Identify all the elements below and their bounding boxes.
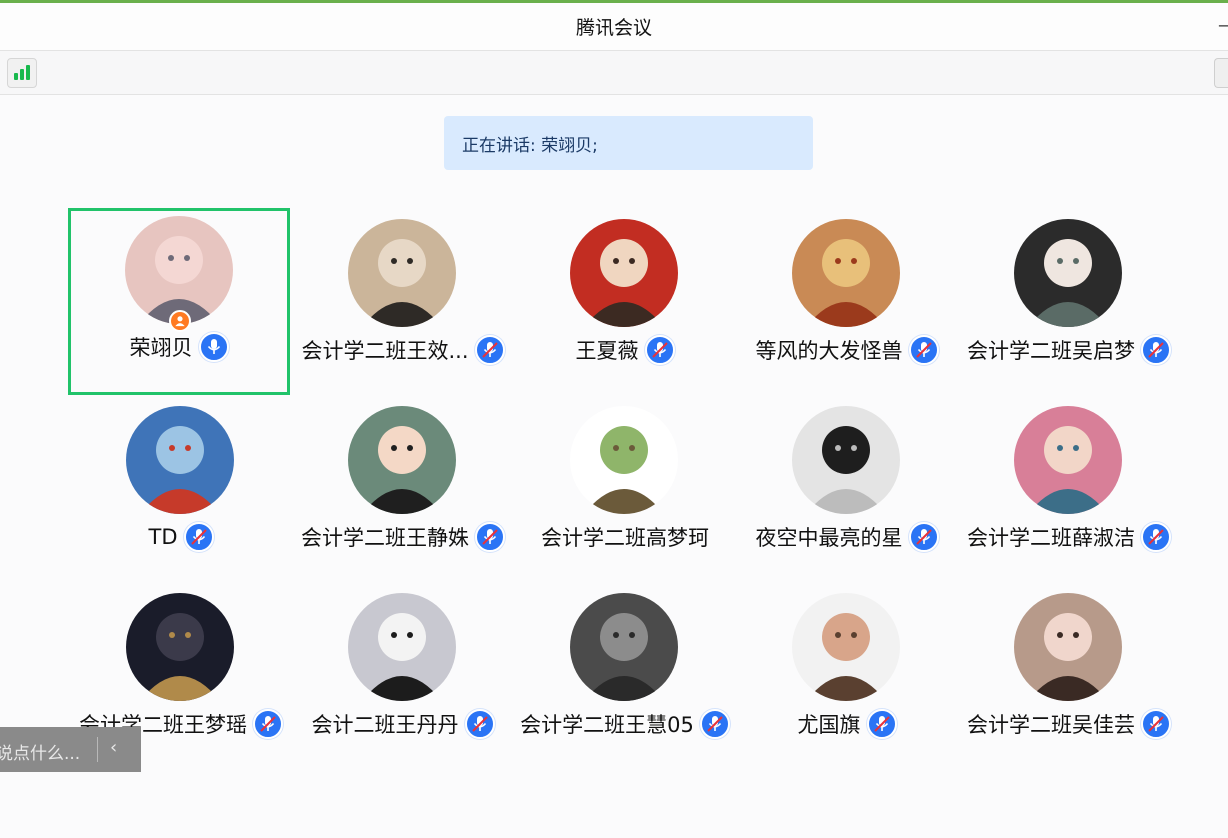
participant-avatar — [1014, 406, 1122, 514]
participant-tile[interactable]: 荣翊贝 — [68, 208, 290, 395]
participant-avatar — [126, 406, 234, 514]
participant-avatar — [570, 219, 678, 327]
participant-name: 会计学二班薛淑洁 — [967, 526, 1135, 550]
signal-bar — [20, 69, 24, 80]
participant-tile[interactable]: 等风的大发怪兽 — [736, 211, 958, 398]
participant-name: 等风的大发怪兽 — [755, 339, 903, 363]
microphone-muted-icon — [644, 335, 675, 365]
microphone-muted-icon — [908, 335, 939, 365]
participant-avatar — [348, 219, 456, 327]
chat-input[interactable]: 说点什么... — [0, 739, 80, 764]
microphone-icon — [198, 332, 229, 362]
participant-name: 王夏薇 — [575, 339, 639, 363]
participant-tile[interactable]: 会计学二班高梦珂 — [514, 398, 736, 585]
microphone-muted-icon — [866, 709, 897, 739]
participant-name: 荣翊贝 — [129, 336, 193, 360]
participant-name: 会计二班王丹丹 — [311, 713, 459, 737]
participant-avatar — [125, 216, 233, 324]
participant-avatar — [792, 406, 900, 514]
participant-name: 尤国旗 — [797, 713, 861, 737]
participant-avatar — [570, 593, 678, 701]
participant-name-row: 荣翊贝 — [48, 332, 310, 362]
participant-tile[interactable]: 会计二班王丹丹 — [292, 585, 514, 772]
minimize-button[interactable]: — — [1218, 17, 1228, 35]
chat-bar: 说点什么... ‹ — [0, 727, 141, 772]
participant-avatar — [1014, 219, 1122, 327]
participant-avatar — [792, 593, 900, 701]
microphone-muted-icon — [183, 522, 214, 552]
participant-tile[interactable]: 会计学二班王效... — [292, 211, 514, 398]
speaking-text: 正在讲话: 荣翊贝; — [462, 135, 598, 156]
participant-name: 会计学二班高梦珂 — [541, 526, 709, 550]
participant-tile[interactable]: TD — [70, 398, 292, 585]
participant-tile[interactable]: 会计学二班薛淑洁 — [958, 398, 1180, 585]
participant-name: 会计学二班王慧05 — [520, 713, 694, 737]
participant-name: 会计学二班王效... — [301, 339, 469, 363]
chat-divider — [97, 737, 98, 762]
participant-name: TD — [148, 525, 178, 549]
participant-name: 夜空中最亮的星 — [755, 526, 903, 550]
participant-tile[interactable]: 王夏薇 — [514, 211, 736, 398]
microphone-muted-icon — [908, 522, 939, 552]
participant-tile[interactable]: 夜空中最亮的星 — [736, 398, 958, 585]
participant-name-row: 会计学二班薛淑洁 — [938, 522, 1200, 552]
participant-name-row: 会计学二班吴佳芸 — [938, 709, 1200, 739]
participant-tile[interactable]: 会计学二班王慧05 — [514, 585, 736, 772]
participant-name: 会计学二班吴佳芸 — [967, 713, 1135, 737]
participant-avatar — [1014, 593, 1122, 701]
window-title: 腾讯会议 — [575, 17, 652, 39]
network-signal-button[interactable] — [7, 58, 37, 88]
top-toolbar — [0, 51, 1228, 95]
microphone-muted-icon — [1141, 335, 1171, 365]
collapse-chat-icon[interactable]: ‹ — [110, 737, 117, 758]
participant-name-row: 会计学二班吴启梦 — [938, 335, 1200, 365]
participant-avatar — [348, 593, 456, 701]
signal-bar — [26, 65, 30, 80]
microphone-muted-icon — [464, 709, 495, 739]
participant-name: 会计学二班吴启梦 — [967, 339, 1135, 363]
participant-tile[interactable]: 尤国旗 — [736, 585, 958, 772]
participant-tile[interactable]: 会计学二班王静姝 — [292, 398, 514, 585]
participant-name: 会计学二班王静姝 — [301, 526, 469, 550]
participant-avatar — [348, 406, 456, 514]
participant-tile[interactable]: 会计学二班吴佳芸 — [958, 585, 1180, 772]
participant-avatar — [126, 593, 234, 701]
host-badge-icon — [169, 310, 191, 332]
participant-avatar — [792, 219, 900, 327]
speaking-indicator: 正在讲话: 荣翊贝; — [444, 116, 813, 170]
signal-bar — [14, 73, 18, 80]
microphone-muted-icon — [1141, 522, 1171, 552]
title-bar: 腾讯会议 — — [0, 3, 1228, 51]
participant-avatar — [570, 406, 678, 514]
microphone-muted-icon — [1141, 709, 1171, 739]
toolbar-right-button[interactable] — [1214, 58, 1228, 88]
participant-tile[interactable]: 会计学二班吴启梦 — [958, 211, 1180, 398]
